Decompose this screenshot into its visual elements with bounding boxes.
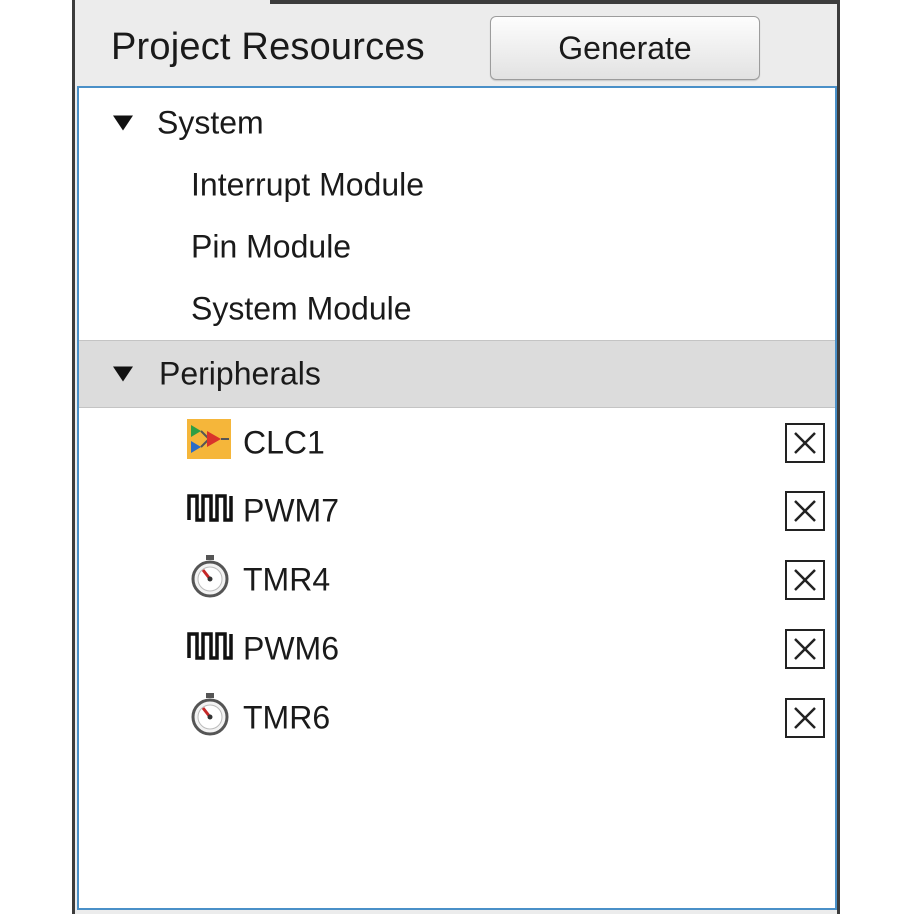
peripheral-item-tmr6[interactable]: TMR6 [79, 684, 835, 752]
peripheral-label: TMR6 [243, 699, 331, 736]
peripheral-label: TMR4 [243, 561, 331, 598]
close-icon [794, 500, 816, 522]
close-icon [794, 432, 816, 454]
panel-title: Project Resources [111, 26, 425, 68]
timer-icon [189, 554, 231, 606]
peripheral-item-pwm7[interactable]: PWM7 [79, 478, 835, 544]
expand-triangle-icon[interactable] [113, 366, 133, 382]
project-resources-panel: Project Resources Generate System Interr… [72, 0, 840, 914]
peripheral-item-tmr4[interactable]: TMR4 [79, 546, 835, 614]
peripheral-item-pwm6[interactable]: PWM6 [79, 616, 835, 682]
tree-node-system[interactable]: System [79, 92, 835, 154]
expand-triangle-icon[interactable] [113, 115, 133, 131]
tree-item-interrupt-module[interactable]: Interrupt Module [79, 154, 835, 216]
tree-item-system-module[interactable]: System Module [79, 278, 835, 340]
remove-pwm6-button[interactable] [785, 629, 825, 669]
peripheral-label: PWM7 [243, 492, 339, 529]
close-icon [794, 707, 816, 729]
pwm-icon [187, 630, 235, 668]
pwm-icon [187, 492, 235, 530]
tree-item-label: Interrupt Module [191, 166, 425, 203]
tree-item-label: Pin Module [191, 228, 352, 265]
peripheral-label: CLC1 [243, 424, 325, 461]
close-icon [794, 569, 816, 591]
clc-icon [187, 419, 231, 467]
tree-item-label: System Module [191, 290, 412, 327]
peripheral-item-clc1[interactable]: CLC1 [79, 410, 835, 476]
peripheral-label: PWM6 [243, 630, 339, 667]
resource-tree: System Interrupt Module Pin Module Syste… [77, 86, 837, 910]
tree-node-label: Peripherals [159, 355, 321, 392]
timer-icon [189, 692, 231, 744]
remove-pwm7-button[interactable] [785, 491, 825, 531]
tree-item-pin-module[interactable]: Pin Module [79, 216, 835, 278]
remove-tmr6-button[interactable] [785, 698, 825, 738]
tree-node-peripherals[interactable]: Peripherals [79, 340, 835, 408]
remove-tmr4-button[interactable] [785, 560, 825, 600]
remove-clc1-button[interactable] [785, 423, 825, 463]
panel-header: Project Resources Generate [75, 4, 837, 86]
generate-button[interactable]: Generate [490, 16, 760, 80]
close-icon [794, 638, 816, 660]
tree-node-label: System [157, 104, 264, 141]
